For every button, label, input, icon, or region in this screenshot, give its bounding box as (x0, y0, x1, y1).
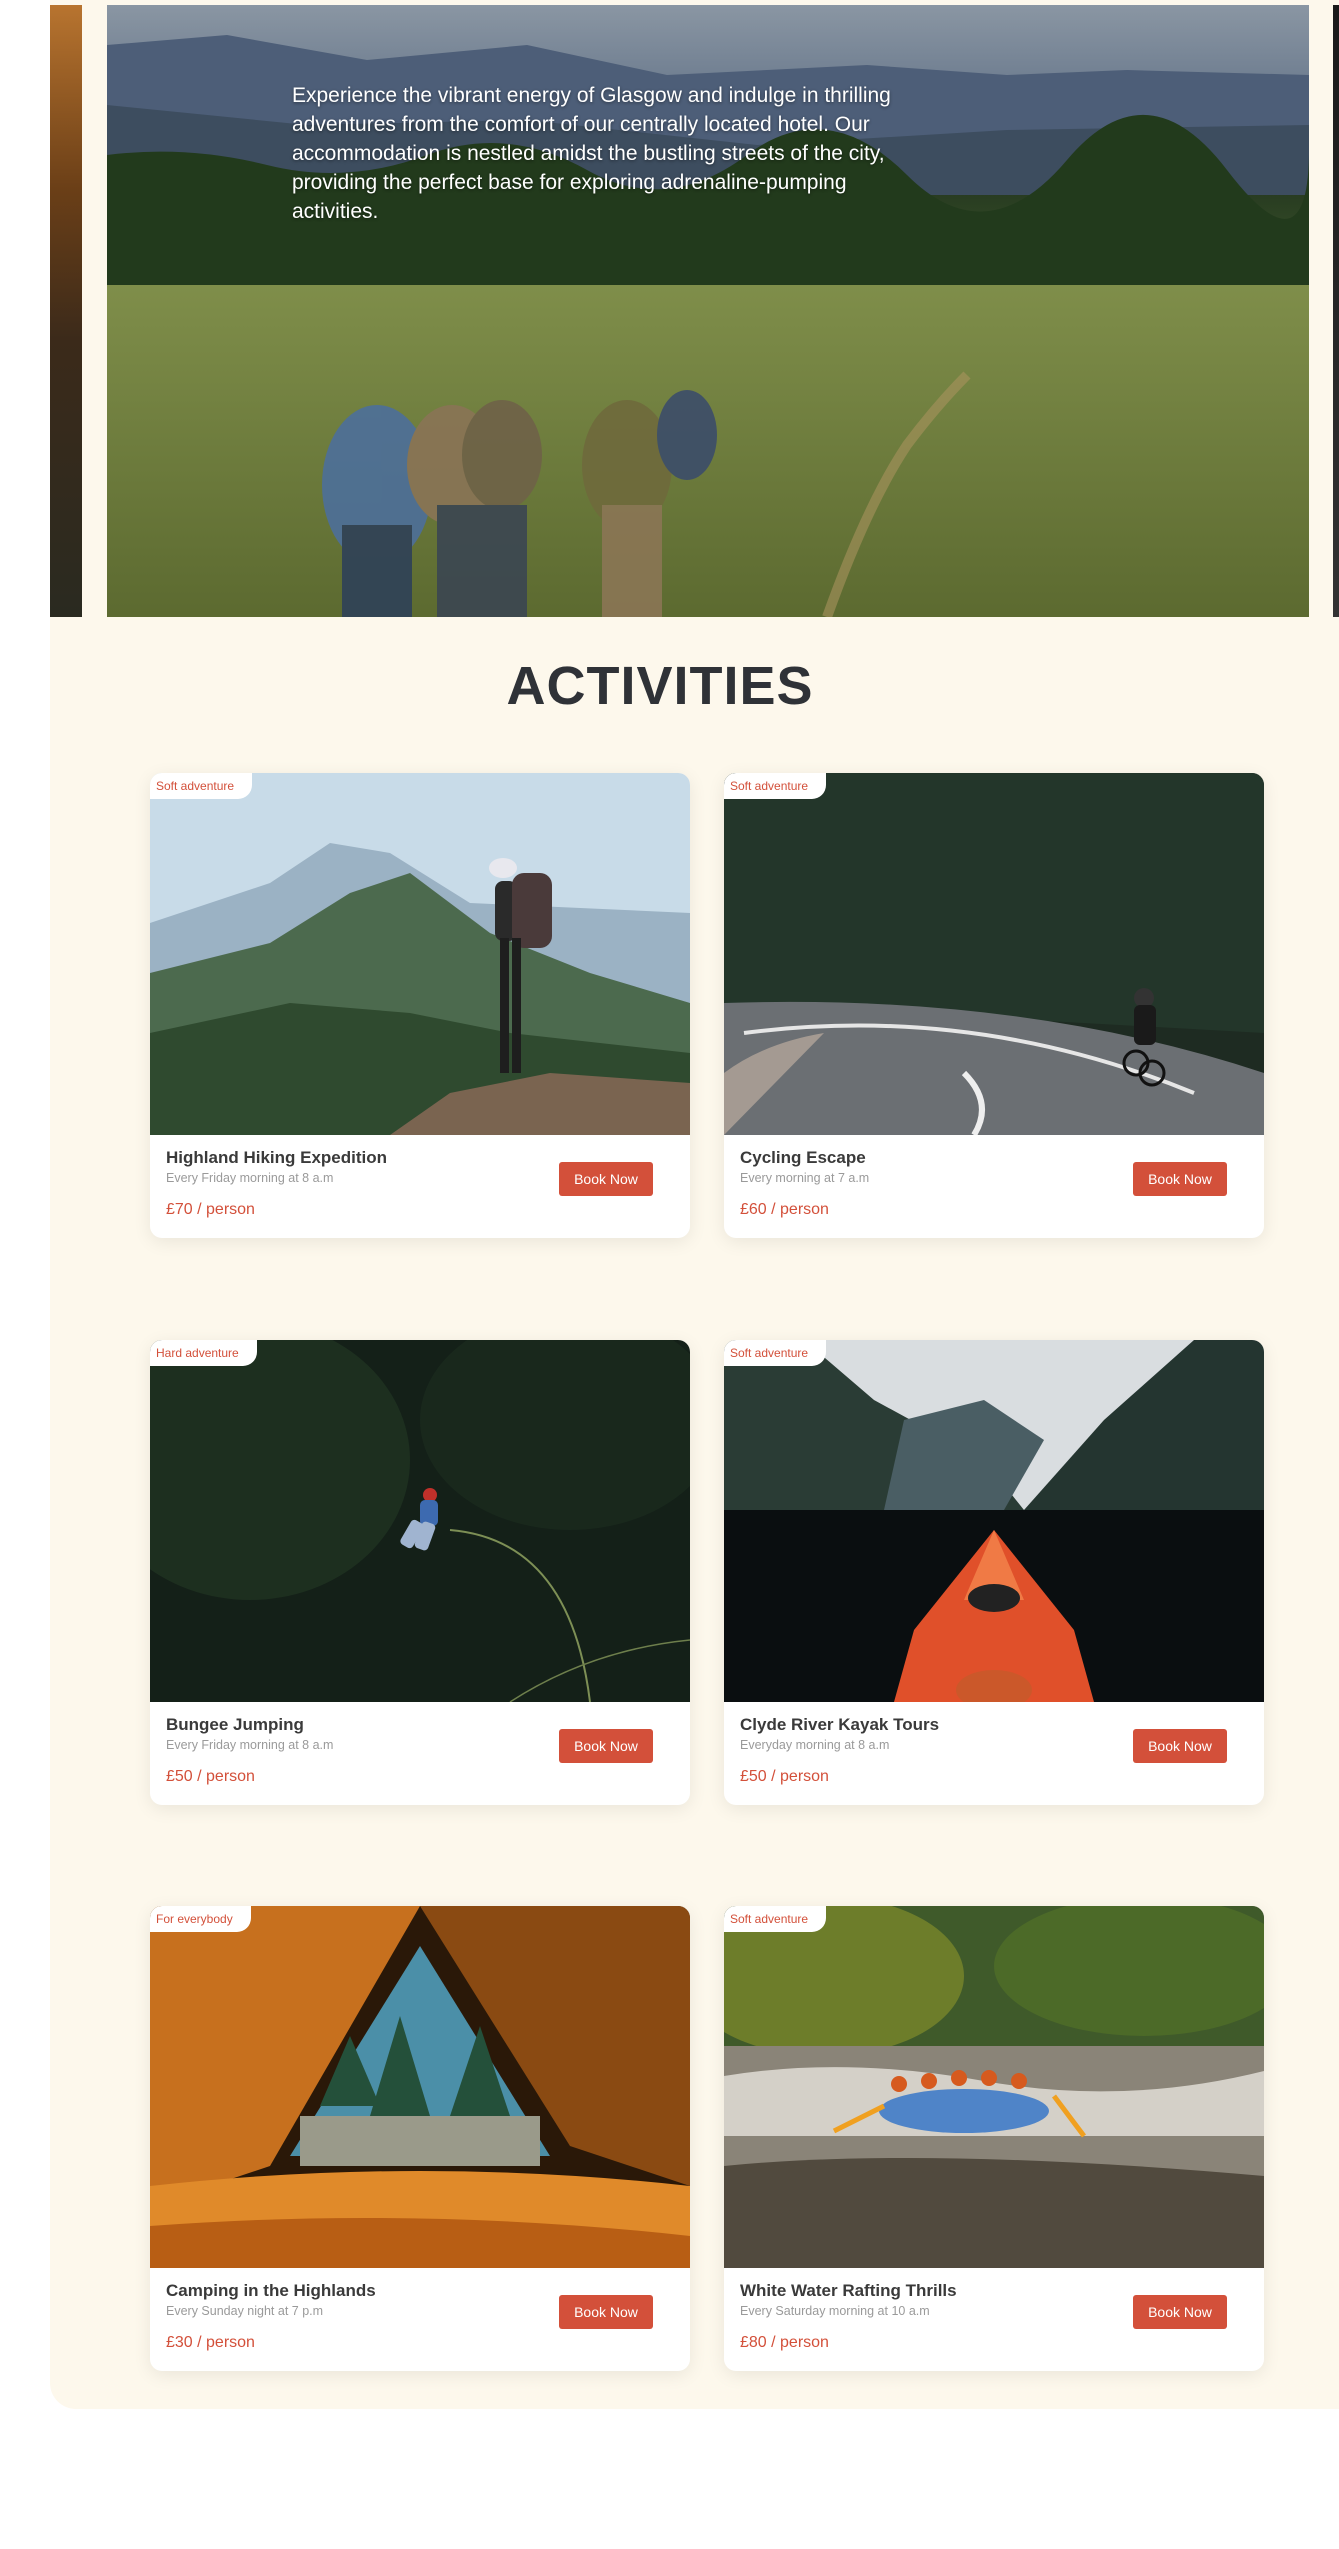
activity-title: Cycling Escape (740, 1148, 866, 1167)
hero-description: Experience the vibrant energy of Glasgow… (292, 84, 891, 223)
activity-card-cycling: Soft adventure Cycling Escape Every morn… (724, 773, 1264, 1238)
activity-title: Clyde River Kayak Tours (740, 1715, 940, 1734)
activity-schedule: Everyday morning at 8 a.m (740, 1738, 890, 1752)
activity-tag: Soft adventure (724, 1340, 827, 1366)
hero-carousel: Experience the vibrant energy of Glasgow… (50, 5, 1339, 617)
book-now-button[interactable]: Book Now (1133, 1729, 1227, 1763)
activity-title: Bungee Jumping (166, 1715, 304, 1734)
hero-image: Experience the vibrant energy of Glasgow… (107, 5, 1309, 617)
kayak-image (724, 1340, 1264, 1702)
activity-schedule: Every Friday morning at 8 a.m (166, 1738, 334, 1752)
cycling-image (724, 773, 1264, 1135)
activity-title: White Water Rafting Thrills (740, 2281, 957, 2300)
camping-image (150, 1906, 690, 2268)
bungee-image (150, 1340, 690, 1702)
activity-price: £50 / person (740, 1768, 829, 1785)
activity-tag: Soft adventure (724, 773, 827, 799)
rafting-image (724, 1906, 1264, 2268)
activity-schedule: Every morning at 7 a.m (740, 1171, 870, 1185)
book-now-button[interactable]: Book Now (1133, 2295, 1227, 2329)
activity-price: £70 / person (166, 1201, 255, 1218)
next-slide-image[interactable] (1333, 5, 1339, 617)
activity-schedule: Every Sunday night at 7 p.m (166, 2304, 324, 2318)
book-now-button[interactable]: Book Now (559, 1162, 653, 1196)
book-now-button[interactable]: Book Now (559, 2295, 653, 2329)
book-now-button[interactable]: Book Now (1133, 1162, 1227, 1196)
activity-card-kayak: Soft adventure Clyde River Kayak Tours E… (724, 1340, 1264, 1805)
activity-card-camping: For everybody Camping in the Highlands E… (150, 1906, 690, 2371)
activity-price: £60 / person (740, 1201, 829, 1218)
activity-tag: Soft adventure (150, 773, 253, 799)
section-title: ACTIVITIES (506, 656, 814, 716)
previous-slide-image[interactable] (50, 5, 82, 617)
activity-title: Camping in the Highlands (166, 2281, 376, 2300)
hiking-image (150, 773, 690, 1135)
activity-price: £80 / person (740, 2334, 829, 2351)
activity-price: £30 / person (166, 2334, 255, 2351)
activity-card-hiking: Soft adventure Highland Hiking Expeditio… (150, 773, 690, 1238)
activity-title: Highland Hiking Expedition (166, 1148, 387, 1167)
activity-tag: For everybody (150, 1906, 251, 1932)
activity-tag: Hard adventure (150, 1340, 257, 1366)
activity-schedule: Every Saturday morning at 10 a.m (740, 2304, 930, 2318)
activity-card-bungee: Hard adventure Bungee Jumping Every Frid… (150, 1340, 690, 1805)
book-now-button[interactable]: Book Now (559, 1729, 653, 1763)
activity-tag: Soft adventure (724, 1906, 827, 1932)
activity-card-rafting: Soft adventure White Water Rafting Thril… (724, 1906, 1264, 2371)
activity-schedule: Every Friday morning at 8 a.m (166, 1171, 334, 1185)
activity-price: £50 / person (166, 1768, 255, 1785)
